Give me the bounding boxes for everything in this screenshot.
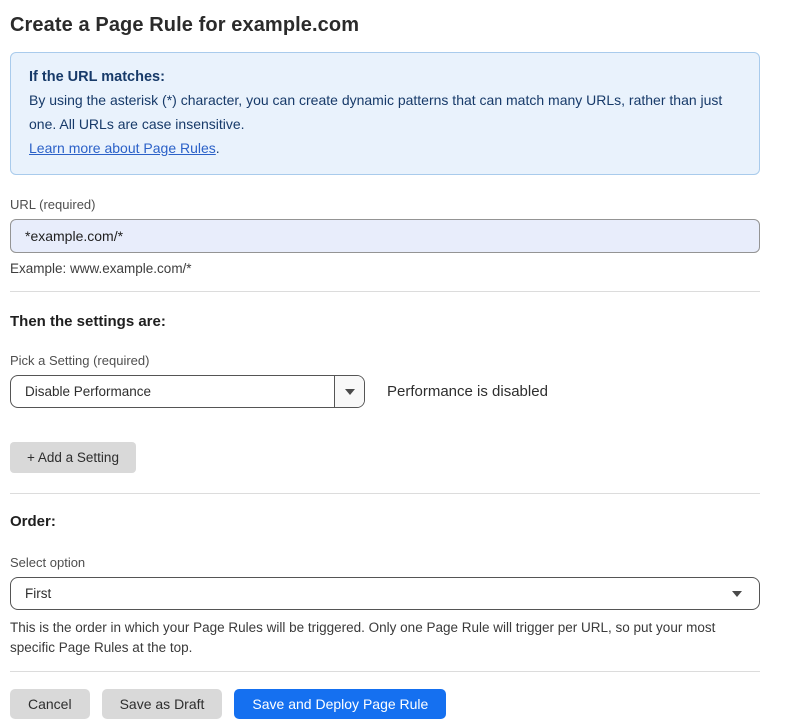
- setting-select-value: Disable Performance: [11, 376, 334, 407]
- divider: [10, 493, 760, 494]
- form-actions: Cancel Save as Draft Save and Deploy Pag…: [10, 689, 760, 719]
- url-input[interactable]: [10, 219, 760, 253]
- link-period: .: [216, 140, 220, 156]
- order-help-text: This is the order in which your Page Rul…: [10, 618, 755, 658]
- url-match-info-box: If the URL matches: By using the asteris…: [10, 52, 760, 175]
- divider: [10, 291, 760, 292]
- cancel-button[interactable]: Cancel: [10, 689, 90, 719]
- page-title: Create a Page Rule for example.com: [10, 12, 760, 38]
- setting-status-text: Performance is disabled: [387, 383, 548, 400]
- order-select[interactable]: First: [10, 577, 760, 610]
- save-and-deploy-button[interactable]: Save and Deploy Page Rule: [234, 689, 446, 719]
- setting-select[interactable]: Disable Performance: [10, 375, 365, 408]
- save-as-draft-button[interactable]: Save as Draft: [102, 689, 223, 719]
- chevron-down-icon: [732, 591, 742, 597]
- order-select-label: Select option: [10, 555, 760, 571]
- page-rule-form: Create a Page Rule for example.com If th…: [10, 12, 760, 719]
- info-box-heading: If the URL matches:: [29, 66, 741, 88]
- add-setting-button[interactable]: + Add a Setting: [10, 442, 136, 473]
- pick-setting-label: Pick a Setting (required): [10, 353, 760, 369]
- chevron-down-icon: [345, 389, 355, 395]
- order-section-heading: Order:: [10, 512, 760, 531]
- info-box-link-line: Learn more about Page Rules.: [29, 136, 741, 160]
- setting-select-arrow-button[interactable]: [334, 376, 364, 407]
- url-example-text: Example: www.example.com/*: [10, 261, 760, 277]
- divider: [10, 671, 760, 672]
- url-field-label: URL (required): [10, 197, 760, 213]
- learn-more-link[interactable]: Learn more about Page Rules: [29, 140, 216, 156]
- settings-section-heading: Then the settings are:: [10, 312, 760, 331]
- order-select-value: First: [25, 586, 51, 601]
- setting-select-row: Disable Performance Performance is disab…: [10, 375, 760, 408]
- info-box-body: By using the asterisk (*) character, you…: [29, 88, 729, 136]
